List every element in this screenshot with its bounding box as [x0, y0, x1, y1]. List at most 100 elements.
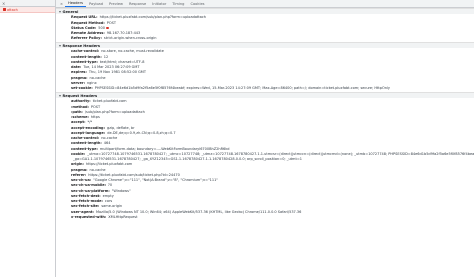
header-key: content-type: — [71, 146, 98, 151]
header-key: Remote Address: — [71, 31, 105, 36]
header-key: sec-ch-ua-mobile: — [71, 183, 107, 188]
header-key: accept-encoding: — [71, 125, 105, 130]
header-value: PHPSESSID=84e6d1b5d9fa2f5a6e5f0f8576f4be… — [94, 86, 390, 91]
header-key: pragma: — [71, 167, 88, 172]
header-key: Request Method: — [71, 20, 105, 25]
error-request-icon — [3, 8, 6, 11]
header-value: no-cache — [101, 136, 118, 141]
header-value: /sub/plan.php?form=uploadattach — [84, 109, 145, 114]
header-key: server: — [71, 80, 85, 85]
header-key: accept-language: — [71, 130, 106, 135]
response-header-rows: cache-control: no-store, no-cache, must-r… — [56, 48, 474, 92]
header-value: Tue, 14 Mar 2023 06:27:09 GMT — [83, 65, 140, 70]
header-key: origin: — [71, 162, 84, 167]
header-value: no-cache — [89, 167, 106, 172]
header-value: ticket.pluxfabt.com — [92, 99, 127, 104]
request-header-row: x-requested-with: XMLHttpRequest — [56, 214, 474, 219]
tab-payload[interactable]: Payload — [86, 1, 106, 7]
header-value: empty — [102, 193, 114, 198]
close-icon[interactable]: × — [2, 1, 5, 6]
header-key: Referrer Policy: — [71, 36, 102, 41]
header-value: gzip, deflate, br — [106, 125, 135, 130]
header-value: 98.167.70.187:443 — [106, 31, 141, 36]
header-key: content-type: — [71, 59, 98, 64]
tab-headers[interactable]: Headers — [65, 0, 86, 7]
header-key: referer: — [71, 172, 87, 177]
header-key: :method: — [71, 104, 89, 109]
tab-response[interactable]: Response — [126, 1, 149, 7]
tab-cookies[interactable]: Cookies — [187, 1, 207, 7]
header-value: strict-origin-when-cross-origin — [103, 36, 157, 41]
header-key: Status Code: — [71, 25, 97, 30]
header-value: multipart/form-data; boundary=----WebKit… — [99, 146, 230, 151]
header-value: https://ticket.pluxfabt.com — [85, 162, 133, 167]
header-value: cors — [104, 199, 113, 204]
header-value: _ga=GA1.1.1079746531.1678780427; _ga_XYZ… — [73, 157, 302, 162]
header-key: sec-fetch-mode: — [71, 199, 103, 204]
section-title: General — [62, 9, 79, 14]
requests-pane: × attach — [0, 0, 56, 277]
header-value: https://ticket.pluxfabt.com/sub/plan.php… — [99, 15, 206, 20]
header-value: https — [90, 115, 100, 120]
general-row: Referrer Policy: strict-origin-when-cross… — [56, 36, 474, 41]
header-value: POST — [106, 20, 116, 25]
header-value: POST — [90, 104, 101, 109]
header-key: :scheme: — [71, 115, 89, 120]
header-value: no-cache — [89, 75, 106, 80]
header-value: de-DE,de;q=0.9,zh-CN;q=0.8,zh;q=0.7 — [107, 130, 176, 135]
status-error-icon — [105, 26, 109, 30]
header-key: expires: — [71, 70, 87, 75]
header-key: set-cookie: — [71, 86, 93, 91]
header-key: authority: — [71, 99, 91, 104]
header-key: user-agent: — [71, 209, 94, 214]
request-row-attach[interactable]: attach — [0, 7, 55, 13]
tab-timing[interactable]: Timing — [169, 1, 187, 7]
header-value: 12 — [103, 54, 109, 59]
header-value: Thu, 19 Nov 1981 08:52:00 GMT — [88, 70, 146, 75]
request-headers-section: Request Headers authority: ticket.pluxfab… — [56, 92, 474, 221]
request-header-row: cookie: _utma=10727748.1079746531.1678780… — [56, 151, 474, 156]
header-key: cookie: — [71, 151, 86, 156]
request-header-rows: authority: ticket.pluxfabt.com:method: POS… — [56, 98, 474, 220]
header-value: 500 — [98, 25, 105, 30]
expand-triangle-icon — [59, 44, 61, 47]
response-header-row: set-cookie: PHPSESSID=84e6d1b5d9fa2f5a6e5… — [56, 86, 474, 91]
header-value: */* — [87, 120, 93, 125]
header-key: content-length: — [71, 54, 102, 59]
header-key: pragma: — [71, 75, 88, 80]
detail-tabs: × Headers Payload Preview Response Initi… — [56, 0, 474, 8]
tab-initiator[interactable]: Initiator — [149, 1, 169, 7]
header-key: x-requested-with: — [71, 214, 107, 219]
header-value: https://ticket.pluxfabt.com/sub/ticket.p… — [88, 172, 180, 177]
expand-triangle-icon — [59, 94, 61, 97]
header-value: 464 — [103, 141, 111, 146]
header-key: Request URL: — [71, 15, 98, 20]
general-section: General Request URL: https://ticket.pluxf… — [56, 8, 474, 42]
section-title: Request Headers — [62, 93, 98, 98]
header-key: content-length: — [71, 141, 102, 146]
response-headers-section: Response Headers cache-control: no-store,… — [56, 42, 474, 92]
header-key: sec-ch-ua: — [71, 178, 92, 183]
header-value: Mozilla/5.0 (Windows NT 10.0; Win64; x64… — [95, 209, 302, 214]
header-key: sec-ch-ua-platform: — [71, 188, 110, 193]
header-value: ?0 — [108, 183, 113, 188]
header-key: date: — [71, 65, 82, 70]
header-value: XMLHttpRequest — [108, 214, 138, 219]
header-value: _utma=10727748.1079746531.1678780427; _u… — [87, 151, 474, 156]
header-value: text/html; charset=UTF-8 — [99, 59, 145, 64]
section-title: Response Headers — [62, 43, 101, 48]
details-pane: × Headers Payload Preview Response Initi… — [56, 0, 474, 277]
requests-pane-header: × — [0, 0, 55, 7]
header-key: sec-fetch-dest: — [71, 193, 101, 198]
close-details-icon[interactable]: × — [58, 1, 65, 7]
request-name: attach — [7, 7, 18, 12]
header-key: :path: — [71, 109, 83, 114]
header-value: nginx — [86, 80, 97, 85]
tab-preview[interactable]: Preview — [106, 1, 126, 7]
header-value: "Google Chrome";v="111", "Not(A:Brand";v… — [93, 178, 218, 183]
header-key: cache-control: — [71, 136, 100, 141]
header-value: "Windows" — [111, 188, 131, 193]
header-key: cache-control: — [71, 49, 100, 54]
header-value: no-store, no-cache, must-revalidate — [101, 49, 164, 54]
general-rows: Request URL: https://ticket.pluxfabt.com/… — [56, 14, 474, 42]
